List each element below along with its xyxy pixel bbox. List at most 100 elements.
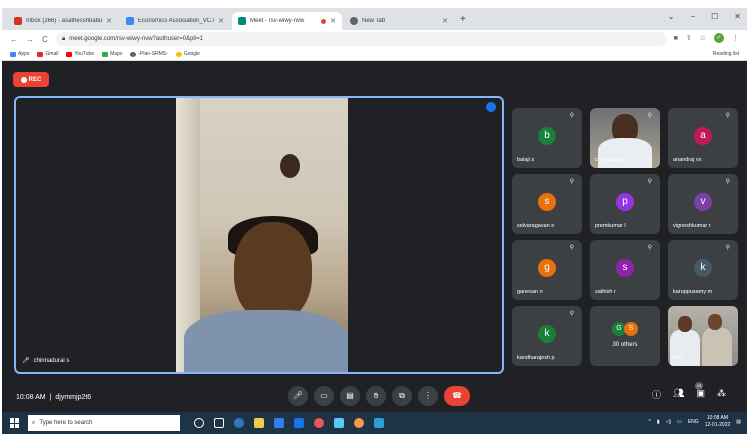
mic-off-icon: ⚲ xyxy=(569,113,574,119)
taskbar-search[interactable]: ⌕ Type here to search xyxy=(28,415,180,431)
back-icon[interactable]: ← xyxy=(10,35,18,44)
reload-icon[interactable]: C xyxy=(42,35,48,44)
close-window-button[interactable]: ✕ xyxy=(734,12,741,21)
mic-off-icon: ⚲ xyxy=(647,245,652,251)
mic-icon: 🎤︎ xyxy=(22,358,30,364)
chrome-icon[interactable] xyxy=(354,418,364,428)
bookmark-plan[interactable]: -Plan-SRMS- xyxy=(130,51,168,57)
bookmark-google[interactable]: Google xyxy=(175,51,200,57)
activities-button[interactable]: ⁂ xyxy=(717,388,726,401)
avatar: a xyxy=(694,127,712,145)
network-icon[interactable]: ▭ xyxy=(677,419,682,425)
photos-icon[interactable] xyxy=(334,418,344,428)
screen: Inbox (266) - asathesshbabu@... ✕ Econom… xyxy=(2,8,747,434)
volume-icon[interactable]: ◁) xyxy=(666,419,672,425)
more-options-button[interactable]: ⋮ xyxy=(418,386,438,406)
mic-off-icon: ⚲ xyxy=(569,311,574,317)
people-button[interactable]: 👥︎ 43 xyxy=(673,382,704,401)
avatar: s xyxy=(538,193,556,211)
mic-off-icon: ⚲ xyxy=(569,245,574,251)
apps-icon xyxy=(10,51,16,57)
captions-button[interactable]: ▤ xyxy=(340,386,360,406)
avatar: g xyxy=(538,259,556,277)
word-icon[interactable] xyxy=(374,418,384,428)
camera-icon[interactable]: ■ xyxy=(674,35,678,42)
participant-tile[interactable]: a ⚲ anandraj vs xyxy=(668,108,738,168)
forward-icon[interactable]: → xyxy=(26,35,34,44)
close-icon[interactable]: ✕ xyxy=(330,17,336,25)
participant-tile[interactable]: s ⚲ selvaragavan e xyxy=(512,174,582,234)
participant-count-badge: 43 xyxy=(695,382,704,390)
window-controls: ⌄ − ☐ ✕ xyxy=(668,12,741,21)
more-icon[interactable]: ⋮ xyxy=(732,34,739,42)
media-icon[interactable] xyxy=(314,418,324,428)
url-input[interactable]: 🔒︎ meet.google.com/rsv-wiwy-nvw?authuser… xyxy=(56,32,666,46)
bookmark-maps[interactable]: Maps xyxy=(102,51,122,57)
self-tile[interactable]: You xyxy=(668,306,738,366)
taskbar-apps xyxy=(194,418,384,428)
taskbar-clock[interactable]: 10:08 AM 12-01-2022 xyxy=(705,415,731,429)
meet-icon xyxy=(238,17,246,25)
bookmarks-bar: Apps Gmail YouTube Maps -Plan-SRMS- Goog… xyxy=(2,48,747,61)
close-icon[interactable]: ✕ xyxy=(106,17,112,25)
tab-gmail[interactable]: Inbox (266) - asathesshbabu@... ✕ xyxy=(8,12,118,30)
raise-hand-button[interactable]: ✋︎ xyxy=(366,386,386,406)
participant-tile[interactable]: p ⚲ premkumar l xyxy=(590,174,660,234)
recording-dot-icon xyxy=(321,18,327,24)
bookmark-apps[interactable]: Apps xyxy=(10,51,29,57)
maximize-button[interactable]: ☐ xyxy=(711,12,718,21)
new-tab-button[interactable]: + xyxy=(460,14,466,25)
participant-tile[interactable]: b ⚲ balaji s xyxy=(512,108,582,168)
chevron-up-icon[interactable]: ^ xyxy=(648,419,650,425)
toolbar-icons: ■ ⇪ ☆ ✓ ⋮ xyxy=(674,33,739,43)
google-icon xyxy=(175,51,182,57)
browser-tab-bar: Inbox (266) - asathesshbabu@... ✕ Econom… xyxy=(2,8,747,30)
participant-tile[interactable]: g ⚲ ganesan n xyxy=(512,240,582,300)
folder-icon[interactable] xyxy=(254,418,264,428)
battery-icon[interactable]: ▮ xyxy=(657,419,660,425)
avatar: S xyxy=(624,322,638,336)
minimize-button[interactable]: − xyxy=(690,12,695,21)
profile-avatar[interactable]: ✓ xyxy=(714,33,724,43)
participant-tile[interactable]: v ⚲ vigneshkumar r xyxy=(668,174,738,234)
tab-new[interactable]: New Tab ✕ xyxy=(344,12,454,30)
avatar: s xyxy=(616,259,634,277)
tab-meet[interactable]: Meet - rsv-wiwy-nvw ✕ xyxy=(232,12,342,30)
main-speaker-tile[interactable]: 🎤︎ chinnadurai s xyxy=(14,96,504,374)
mic-off-icon: ⚲ xyxy=(725,179,730,185)
participant-tile[interactable]: ⚲ chinnadurai s xyxy=(590,108,660,168)
globe-icon xyxy=(130,51,137,57)
task-view-icon[interactable] xyxy=(214,418,224,428)
cortana-icon[interactable] xyxy=(194,418,204,428)
meeting-info: 10:08 AM | djymmjp2t6 xyxy=(16,394,92,401)
share-icon[interactable]: ⇪ xyxy=(686,34,692,42)
bookmark-gmail[interactable]: Gmail xyxy=(37,51,58,57)
info-button[interactable]: ⓘ xyxy=(652,388,661,401)
others-tile[interactable]: G S 30 others xyxy=(590,306,660,366)
mail-icon[interactable] xyxy=(294,418,304,428)
camera-button[interactable]: ▭ xyxy=(314,386,334,406)
participant-tile[interactable]: k ⚲ karuppusamy m xyxy=(668,240,738,300)
notification-icon[interactable]: ▤ xyxy=(736,419,741,425)
lock-icon: 🔒︎ xyxy=(62,35,66,42)
participant-tile[interactable]: k ⚲ kandharajesh p xyxy=(512,306,582,366)
participant-tile[interactable]: s ⚲ sathish r xyxy=(590,240,660,300)
mic-off-icon: ⚲ xyxy=(725,113,730,119)
speaker-name-bar: 🎤︎ chinnadurai s xyxy=(22,357,70,365)
chevron-down-icon[interactable]: ⌄ xyxy=(668,12,675,21)
mic-off-icon: ⚲ xyxy=(569,179,574,185)
mic-button[interactable]: 🎤︎ xyxy=(288,386,308,406)
store-icon[interactable] xyxy=(274,418,284,428)
present-button[interactable]: ⧉ xyxy=(392,386,412,406)
mic-off-icon: ⚲ xyxy=(647,113,652,119)
windows-start-icon[interactable] xyxy=(10,418,20,428)
edge-icon[interactable] xyxy=(234,418,244,428)
reading-list-button[interactable]: Reading list xyxy=(713,51,739,57)
close-icon[interactable]: ✕ xyxy=(442,17,448,25)
system-tray: ^ ▮ ◁) ▭ ENG 10:08 AM 12-01-2022 ▤ xyxy=(648,415,741,429)
end-call-button[interactable]: ☎︎ xyxy=(444,386,470,406)
star-icon[interactable]: ☆ xyxy=(700,34,706,42)
tab-economics[interactable]: Economics Association_VC All Et... ✕ xyxy=(120,12,230,30)
bookmark-youtube[interactable]: YouTube xyxy=(66,51,94,57)
close-icon[interactable]: ✕ xyxy=(218,17,224,25)
